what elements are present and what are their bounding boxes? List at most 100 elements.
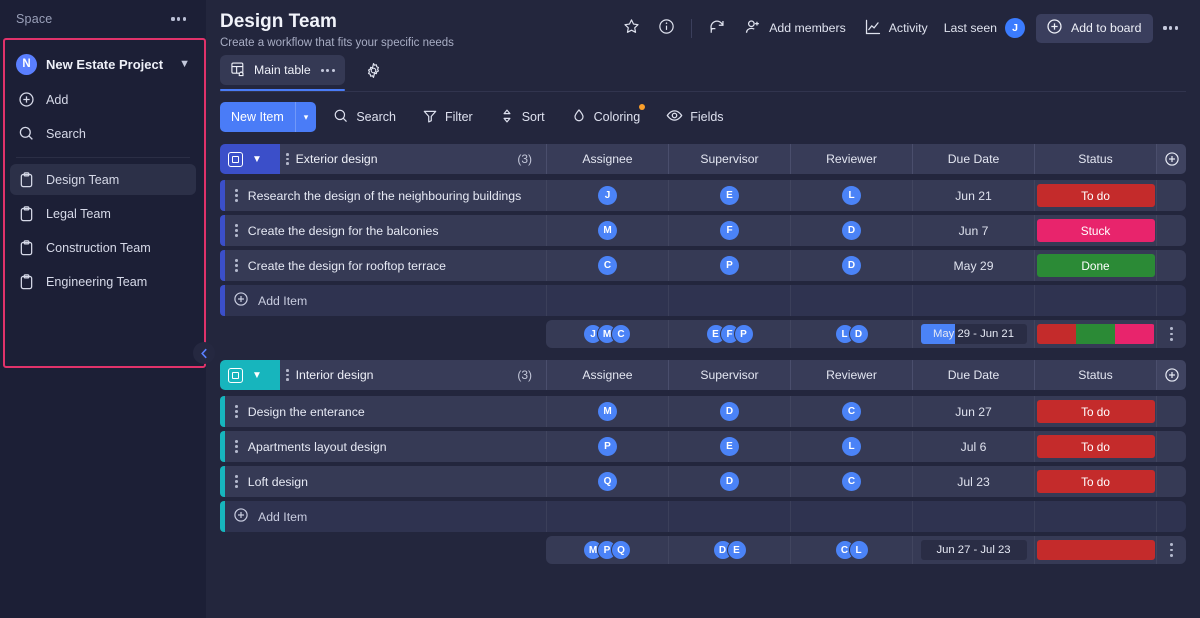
cell-supervisor[interactable]: E xyxy=(668,431,790,462)
row-title-cell[interactable]: Create the design for the balconies xyxy=(225,215,546,246)
drag-handle-icon[interactable] xyxy=(286,369,289,381)
row-title-cell[interactable]: Apartments layout design xyxy=(225,431,546,462)
table-row[interactable]: Create the design for rooftop terrace C … xyxy=(220,250,1186,281)
gear-icon[interactable] xyxy=(359,56,388,85)
group-collapse-control[interactable]: ▼ xyxy=(220,144,280,174)
new-item-button[interactable]: New Item ▾ xyxy=(220,102,317,132)
info-button[interactable] xyxy=(649,13,684,43)
row-title-cell[interactable]: Loft design xyxy=(225,466,546,497)
status-badge[interactable]: To do xyxy=(1036,435,1155,458)
toolbar-fields-button[interactable]: Fields xyxy=(657,102,732,132)
row-menu-icon[interactable] xyxy=(234,187,239,204)
column-header-supervisor[interactable]: Supervisor xyxy=(668,360,790,390)
cell-due-date[interactable]: Jul 6 xyxy=(912,431,1034,462)
column-header-status[interactable]: Status xyxy=(1034,144,1156,174)
add-column-button[interactable] xyxy=(1156,360,1186,390)
column-header-reviewer[interactable]: Reviewer xyxy=(790,144,912,174)
cell-assignee[interactable]: P xyxy=(546,431,668,462)
group-checkbox[interactable] xyxy=(228,367,243,383)
row-title-cell[interactable]: Create the design for rooftop terrace xyxy=(225,250,546,281)
status-badge[interactable]: To do xyxy=(1036,400,1155,423)
toolbar-search-button[interactable]: Search xyxy=(324,102,405,132)
group-checkbox[interactable] xyxy=(228,151,243,167)
toolbar-sort-button[interactable]: Sort xyxy=(490,102,554,132)
cell-status[interactable]: To do xyxy=(1034,431,1156,462)
cell-assignee[interactable]: Q xyxy=(546,466,668,497)
cell-assignee[interactable]: J xyxy=(546,180,668,211)
status-badge[interactable]: To do xyxy=(1036,470,1155,493)
cell-assignee[interactable]: M xyxy=(546,215,668,246)
cell-due-date[interactable]: May 29 xyxy=(912,250,1034,281)
cell-due-date[interactable]: Jul 23 xyxy=(912,466,1034,497)
tab-more-icon[interactable] xyxy=(320,68,335,72)
cell-supervisor[interactable]: P xyxy=(668,250,790,281)
add-members-button[interactable]: Add members xyxy=(735,13,855,43)
row-title-cell[interactable]: Research the design of the neighbouring … xyxy=(225,180,546,211)
cell-reviewer[interactable]: D xyxy=(790,250,912,281)
space-more-icon[interactable] xyxy=(167,13,190,24)
column-header-due-date[interactable]: Due Date xyxy=(912,144,1034,174)
favorite-button[interactable] xyxy=(614,13,649,43)
cell-status[interactable]: Stuck xyxy=(1034,215,1156,246)
add-to-board-button[interactable]: Add to board xyxy=(1036,13,1154,43)
group-collapse-control[interactable]: ▼ xyxy=(220,360,280,390)
row-menu-icon[interactable] xyxy=(234,257,239,274)
group-title-cell[interactable]: Interior design (3) xyxy=(280,360,546,390)
cell-reviewer[interactable]: D xyxy=(790,215,912,246)
summary-menu-cell[interactable] xyxy=(1156,536,1186,564)
chevron-down-icon[interactable]: ▾ xyxy=(296,102,317,132)
avatar[interactable]: J xyxy=(1005,18,1026,38)
column-header-due-date[interactable]: Due Date xyxy=(912,360,1034,390)
cell-supervisor[interactable]: D xyxy=(668,396,790,427)
cell-reviewer[interactable]: L xyxy=(790,431,912,462)
board-more-icon[interactable] xyxy=(1155,20,1186,35)
table-row[interactable]: Apartments layout design P E L Jul 6 To … xyxy=(220,431,1186,462)
add-column-button[interactable] xyxy=(1156,144,1186,174)
sidebar-item-construction-team[interactable]: Construction Team xyxy=(10,232,196,263)
add-item-button[interactable]: Add Item xyxy=(225,285,546,316)
status-badge[interactable]: Stuck xyxy=(1036,219,1155,242)
add-item-row[interactable]: Add Item xyxy=(220,285,1186,316)
cell-supervisor[interactable]: F xyxy=(668,215,790,246)
summary-menu-icon[interactable] xyxy=(1169,325,1174,342)
chevron-down-icon[interactable]: ▼ xyxy=(252,154,262,165)
cell-due-date[interactable]: Jun 7 xyxy=(912,215,1034,246)
summary-date-range[interactable]: May 29 - Jun 21 xyxy=(912,320,1034,348)
cell-due-date[interactable]: Jun 27 xyxy=(912,396,1034,427)
sidebar-item-engineering-team[interactable]: Engineering Team xyxy=(10,266,196,297)
sidebar-action-search[interactable]: Search xyxy=(10,118,196,149)
toolbar-coloring-button[interactable]: Coloring xyxy=(562,102,650,132)
row-menu-icon[interactable] xyxy=(234,473,239,490)
cell-reviewer[interactable]: L xyxy=(790,180,912,211)
summary-menu-cell[interactable] xyxy=(1156,320,1186,348)
summary-date-range[interactable]: Jun 27 - Jul 23 xyxy=(912,536,1034,564)
table-row[interactable]: Loft design Q D C Jul 23 To do xyxy=(220,466,1186,497)
cell-status[interactable]: Done xyxy=(1034,250,1156,281)
add-item-button[interactable]: Add Item xyxy=(225,501,546,532)
status-badge[interactable]: To do xyxy=(1036,184,1155,207)
sidebar-collapse-handle[interactable] xyxy=(193,342,215,364)
chevron-down-icon[interactable]: ▼ xyxy=(252,370,262,381)
column-header-reviewer[interactable]: Reviewer xyxy=(790,360,912,390)
activity-button[interactable]: Activity xyxy=(855,13,937,43)
activity-log-button[interactable] xyxy=(699,13,735,43)
toolbar-filter-button[interactable]: Filter xyxy=(413,102,482,132)
sidebar-action-add[interactable]: Add xyxy=(10,84,196,115)
cell-status[interactable]: To do xyxy=(1034,396,1156,427)
column-header-assignee[interactable]: Assignee xyxy=(546,360,668,390)
cell-reviewer[interactable]: C xyxy=(790,396,912,427)
sidebar-item-design-team[interactable]: Design Team xyxy=(10,164,196,195)
cell-supervisor[interactable]: D xyxy=(668,466,790,497)
chevron-down-icon[interactable]: ▼ xyxy=(179,58,190,70)
summary-status-distribution[interactable] xyxy=(1034,320,1156,348)
status-badge[interactable]: Done xyxy=(1036,254,1155,277)
sidebar-item-legal-team[interactable]: Legal Team xyxy=(10,198,196,229)
summary-menu-icon[interactable] xyxy=(1169,541,1174,558)
row-menu-icon[interactable] xyxy=(234,403,239,420)
cell-reviewer[interactable]: C xyxy=(790,466,912,497)
cell-due-date[interactable]: Jun 21 xyxy=(912,180,1034,211)
row-menu-icon[interactable] xyxy=(234,222,239,239)
column-header-status[interactable]: Status xyxy=(1034,360,1156,390)
group-title-cell[interactable]: Exterior design (3) xyxy=(280,144,546,174)
row-menu-icon[interactable] xyxy=(234,438,239,455)
